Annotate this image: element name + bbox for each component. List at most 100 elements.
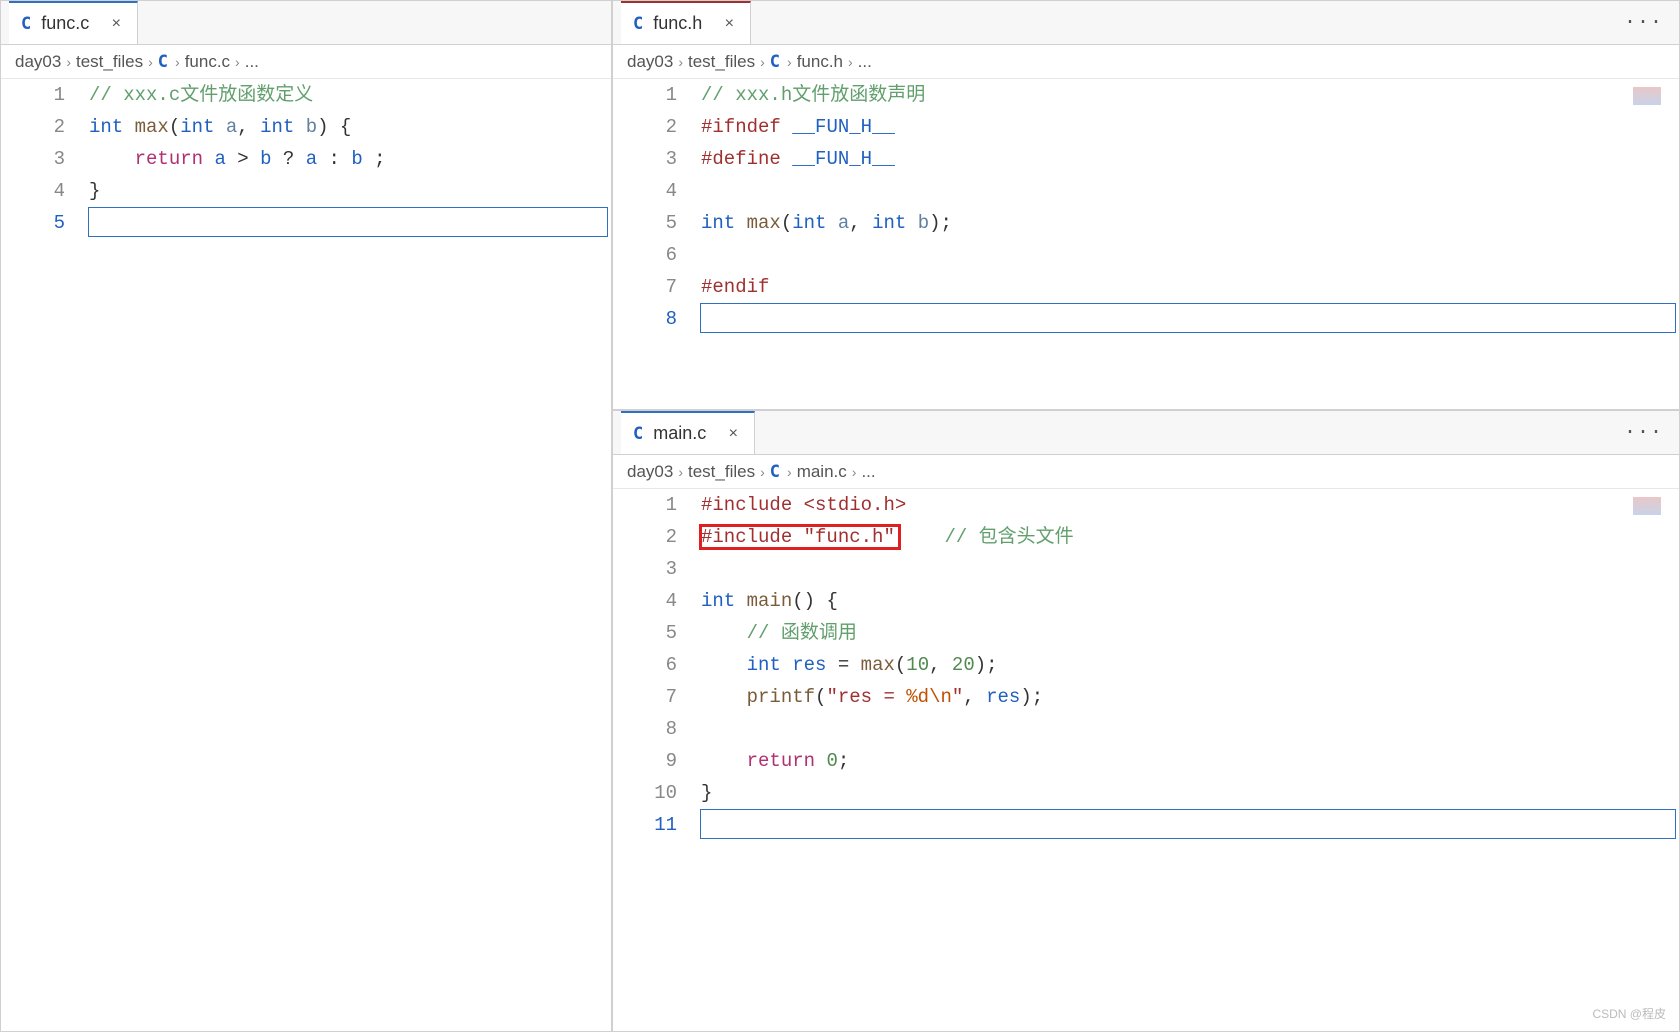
watermark: CSDN @程皮 <box>1592 1005 1666 1022</box>
code-content[interactable]: int max(int a, int b); <box>701 207 1679 239</box>
code-content[interactable] <box>701 809 1679 841</box>
code-line[interactable]: 7 printf("res = %d\n", res); <box>613 681 1679 713</box>
code-content[interactable]: } <box>89 175 611 207</box>
tab-func-c[interactable]: C func.c × <box>9 1 138 44</box>
chevron-right-icon: › <box>758 464 767 480</box>
line-number: 3 <box>1 143 89 175</box>
code-content[interactable]: #endif <box>701 271 1679 303</box>
more-icon[interactable]: ··· <box>1624 421 1663 444</box>
code-line[interactable]: 6 int res = max(10, 20); <box>613 649 1679 681</box>
chevron-right-icon: › <box>676 54 685 70</box>
tab-main-c[interactable]: C main.c × <box>621 411 755 454</box>
code-line[interactable]: 3 <box>613 553 1679 585</box>
breadcrumb-segment[interactable]: day03 <box>627 462 673 482</box>
chevron-right-icon: › <box>233 54 242 70</box>
code-line[interactable]: 1// xxx.h文件放函数声明 <box>613 79 1679 111</box>
code-line[interactable]: 4int main() { <box>613 585 1679 617</box>
code-content[interactable] <box>701 175 1679 207</box>
code-area-func-h[interactable]: 1// xxx.h文件放函数声明2#ifndef __FUN_H__3#defi… <box>613 79 1679 409</box>
code-content[interactable]: int main() { <box>701 585 1679 617</box>
chevron-right-icon: › <box>146 54 155 70</box>
breadcrumb-segment[interactable]: day03 <box>627 52 673 72</box>
code-content[interactable] <box>701 553 1679 585</box>
tab-func-h[interactable]: C func.h × <box>621 1 751 44</box>
code-line[interactable]: 5 // 函数调用 <box>613 617 1679 649</box>
breadcrumb-segment[interactable]: ... <box>858 52 872 72</box>
tab-label: func.h <box>653 13 702 34</box>
breadcrumb-segment[interactable]: ... <box>861 462 875 482</box>
code-line[interactable]: 7#endif <box>613 271 1679 303</box>
code-line[interactable]: 2#ifndef __FUN_H__ <box>613 111 1679 143</box>
line-number: 5 <box>613 207 701 239</box>
breadcrumb-func-h[interactable]: day03›test_files›C›func.h›... <box>613 45 1679 79</box>
breadcrumb-segment[interactable]: test_files <box>76 52 143 72</box>
code-content[interactable]: int max(int a, int b) { <box>89 111 611 143</box>
line-number: 5 <box>613 617 701 649</box>
code-content[interactable] <box>701 713 1679 745</box>
breadcrumb-segment[interactable]: ... <box>245 52 259 72</box>
breadcrumb-main-c[interactable]: day03›test_files›C›main.c›... <box>613 455 1679 489</box>
chevron-right-icon: › <box>758 54 767 70</box>
line-number: 2 <box>613 521 701 553</box>
code-content[interactable]: #include <stdio.h> <box>701 489 1679 521</box>
code-line[interactable]: 3 return a > b ? a : b ; <box>1 143 611 175</box>
line-number: 8 <box>613 303 701 335</box>
cursor-line-highlight <box>89 208 607 236</box>
code-content[interactable]: // 函数调用 <box>701 617 1679 649</box>
code-content[interactable]: } <box>701 777 1679 809</box>
c-file-icon: C <box>158 52 170 72</box>
minimap[interactable] <box>1633 87 1661 105</box>
more-icon[interactable]: ··· <box>1624 11 1663 34</box>
code-content[interactable]: return 0; <box>701 745 1679 777</box>
c-file-icon: C <box>770 462 782 482</box>
code-line[interactable]: 8 <box>613 713 1679 745</box>
line-number: 6 <box>613 239 701 271</box>
breadcrumb-segment[interactable]: main.c <box>797 462 847 482</box>
code-line[interactable]: 2#include "func.h" // 包含头文件 <box>613 521 1679 553</box>
code-line[interactable]: 4 <box>613 175 1679 207</box>
code-area-func-c[interactable]: 1// xxx.c文件放函数定义2int max(int a, int b) {… <box>1 79 611 1031</box>
code-line[interactable]: 3#define __FUN_H__ <box>613 143 1679 175</box>
chevron-right-icon: › <box>64 54 73 70</box>
code-line[interactable]: 11 <box>613 809 1679 841</box>
breadcrumb-segment[interactable]: test_files <box>688 462 755 482</box>
breadcrumb-segment[interactable]: test_files <box>688 52 755 72</box>
code-line[interactable]: 8 <box>613 303 1679 335</box>
line-number: 9 <box>613 745 701 777</box>
code-area-main-c[interactable]: 1#include <stdio.h>2#include "func.h" //… <box>613 489 1679 1031</box>
code-line[interactable]: 6 <box>613 239 1679 271</box>
close-icon[interactable]: × <box>724 425 742 443</box>
code-content[interactable] <box>701 303 1679 335</box>
code-content[interactable]: // xxx.h文件放函数声明 <box>701 79 1679 111</box>
minimap[interactable] <box>1633 497 1661 515</box>
close-icon[interactable]: × <box>107 15 125 33</box>
code-content[interactable] <box>89 207 611 239</box>
line-number: 2 <box>613 111 701 143</box>
code-content[interactable] <box>701 239 1679 271</box>
line-number: 10 <box>613 777 701 809</box>
code-content[interactable]: return a > b ? a : b ; <box>89 143 611 175</box>
line-number: 7 <box>613 271 701 303</box>
code-content[interactable]: int res = max(10, 20); <box>701 649 1679 681</box>
code-line[interactable]: 1#include <stdio.h> <box>613 489 1679 521</box>
code-content[interactable]: #ifndef __FUN_H__ <box>701 111 1679 143</box>
code-line[interactable]: 5 <box>1 207 611 239</box>
breadcrumb-func-c[interactable]: day03›test_files›C›func.c›... <box>1 45 611 79</box>
breadcrumb-segment[interactable]: func.h <box>797 52 843 72</box>
code-line[interactable]: 2int max(int a, int b) { <box>1 111 611 143</box>
code-line[interactable]: 9 return 0; <box>613 745 1679 777</box>
code-line[interactable]: 10} <box>613 777 1679 809</box>
code-content[interactable]: #include "func.h" // 包含头文件 <box>701 521 1679 553</box>
breadcrumb-segment[interactable]: func.c <box>185 52 230 72</box>
code-line[interactable]: 5int max(int a, int b); <box>613 207 1679 239</box>
code-content[interactable]: #define __FUN_H__ <box>701 143 1679 175</box>
line-number: 3 <box>613 553 701 585</box>
code-content[interactable]: // xxx.c文件放函数定义 <box>89 79 611 111</box>
code-line[interactable]: 1// xxx.c文件放函数定义 <box>1 79 611 111</box>
close-icon[interactable]: × <box>720 15 738 33</box>
code-content[interactable]: printf("res = %d\n", res); <box>701 681 1679 713</box>
line-number: 6 <box>613 649 701 681</box>
code-line[interactable]: 4} <box>1 175 611 207</box>
breadcrumb-segment[interactable]: day03 <box>15 52 61 72</box>
pane-main-c: C main.c × ··· day03›test_files›C›main.c… <box>612 410 1680 1032</box>
